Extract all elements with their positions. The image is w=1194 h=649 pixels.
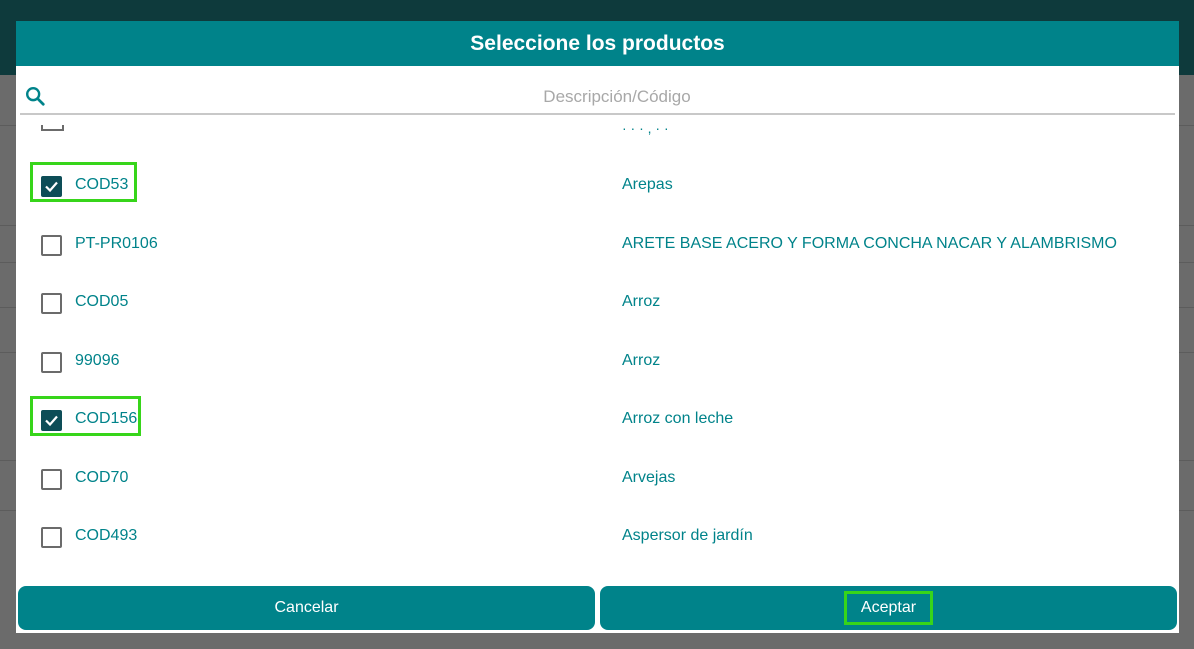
checkbox-partial[interactable]	[41, 125, 64, 131]
checkbox[interactable]	[41, 234, 62, 256]
checkbox[interactable]	[41, 293, 62, 314]
product-code: PT-PR0106	[75, 234, 158, 252]
checkbox[interactable]	[41, 527, 62, 548]
product-description: Arroz con leche	[622, 410, 734, 427]
search-icon[interactable]	[24, 85, 46, 107]
product-description: ARETE BASE ACERO Y FORMA CONCHA NACAR Y …	[622, 234, 1117, 252]
product-description: Arvejas	[622, 468, 676, 486]
search-input[interactable]	[60, 79, 1174, 115]
list-item[interactable]: COD70 Arvejas	[16, 449, 1179, 507]
description-fragment: · · · , · ·	[622, 120, 669, 136]
search-bar	[20, 79, 1175, 115]
product-code: COD493	[75, 527, 138, 544]
product-description: Aspersor de jardín	[622, 527, 753, 544]
list-item[interactable]: COD156 Arroz con leche	[16, 390, 1179, 448]
accept-button-label: Aceptar	[843, 591, 934, 625]
list-item[interactable]: COD05 Arroz	[16, 273, 1179, 331]
list-item[interactable]: COD493 Aspersor de jardín	[16, 507, 1179, 565]
selection-highlight	[30, 162, 137, 202]
product-code: COD05	[75, 293, 129, 310]
selection-highlight	[30, 396, 141, 436]
accept-button[interactable]: Aceptar	[600, 586, 1177, 630]
list-item[interactable]: 99096 Arroz	[16, 332, 1179, 390]
list-item-partial: · · · , · ·	[16, 114, 1179, 136]
list-item[interactable]: COD53 Arepas	[16, 156, 1179, 214]
dialog-title: Seleccione los productos	[16, 21, 1179, 66]
product-code: COD70	[75, 468, 129, 486]
checkbox[interactable]	[41, 468, 62, 490]
product-description: Arroz	[622, 293, 661, 310]
product-description: Arroz	[622, 351, 661, 369]
checkbox[interactable]	[41, 351, 62, 373]
product-select-dialog: Seleccione los productos · · · , · · COD…	[16, 21, 1179, 633]
cancel-button[interactable]: Cancelar	[18, 586, 595, 630]
product-list: · · · , · · COD53 Arepas PT-PR0106 ARETE BA…	[16, 114, 1179, 582]
product-code: 99096	[75, 351, 120, 369]
list-item[interactable]: PT-PR0106 ARETE BASE ACERO Y FORMA CONCHA…	[16, 215, 1179, 273]
product-description: Arepas	[622, 176, 673, 193]
